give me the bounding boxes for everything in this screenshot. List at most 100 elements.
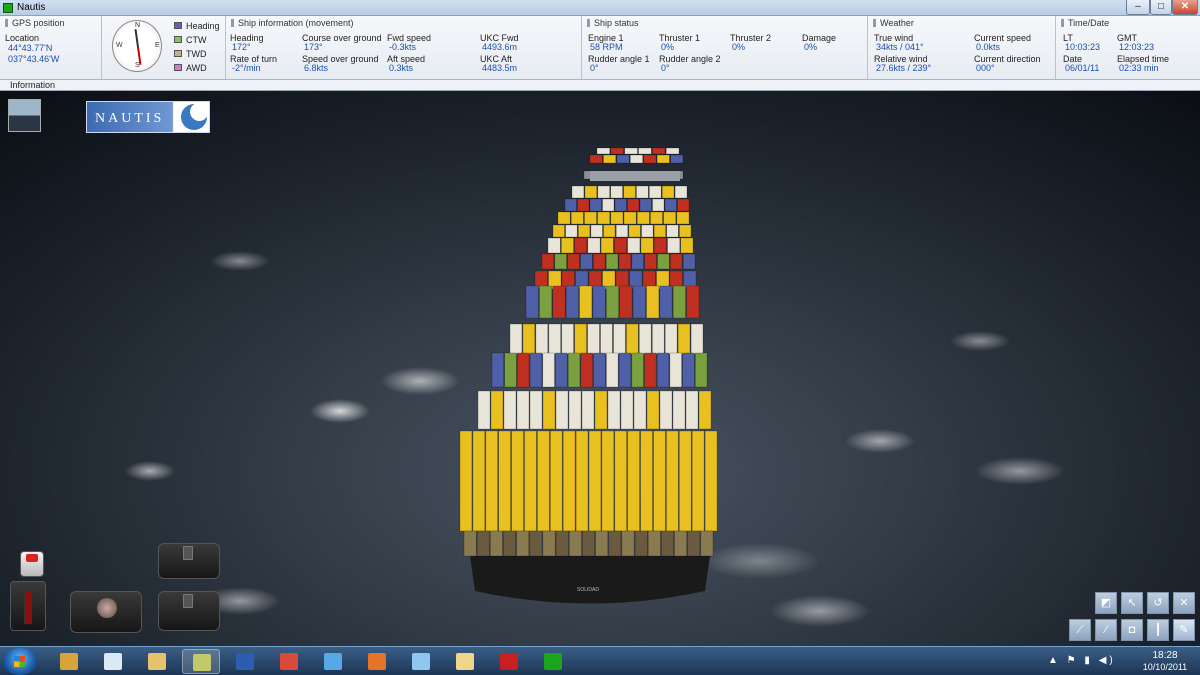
container-stack — [592, 285, 606, 319]
container-stack — [627, 237, 641, 254]
taskbar-app-nautis[interactable] — [534, 649, 572, 674]
taskbar-app-messenger[interactable] — [314, 649, 352, 674]
explorer-icon — [148, 653, 166, 670]
container-stack — [596, 147, 611, 155]
tool-camera-icon[interactable]: ◘ — [1121, 619, 1143, 641]
taskbar-app-cloud[interactable] — [446, 649, 484, 674]
container-stack — [665, 147, 680, 155]
container-stack — [490, 390, 504, 430]
container-stack — [557, 211, 571, 225]
minimize-button[interactable]: – — [1126, 0, 1150, 15]
windows-taskbar: ▲ ⚑ ▮ ◀) 18:28 10/10/2011 — [0, 646, 1200, 675]
container-stack — [542, 352, 555, 388]
alarm-lamp — [26, 554, 38, 562]
container-stack — [686, 285, 700, 319]
telegraph-lever[interactable] — [24, 590, 32, 624]
container-stack — [691, 430, 705, 532]
simulation-viewport[interactable]: SOLIDAD NAUTIS ◩ ↖ ↺ ✕ ⟋ ⁄ ◘ ┃ ✎ — [0, 91, 1200, 646]
container-stack — [640, 430, 653, 532]
taskbar-app-acrobat[interactable] — [490, 649, 528, 674]
container-stack — [610, 185, 623, 199]
container-stack — [623, 185, 636, 199]
taskbar-app-explorer[interactable] — [138, 649, 176, 674]
container-stack — [594, 390, 608, 430]
container-stack — [631, 253, 644, 270]
container-stack — [575, 430, 589, 532]
container-stack — [491, 352, 504, 388]
alarm-light-icon[interactable] — [20, 551, 44, 577]
thruster-2-control[interactable] — [158, 591, 220, 631]
maximize-button[interactable]: □ — [1150, 0, 1172, 15]
window-title: Nautis — [17, 2, 46, 13]
container-stack — [653, 224, 666, 238]
rudder-wheel[interactable] — [70, 591, 142, 633]
container-stack — [648, 185, 662, 199]
messenger-icon — [324, 653, 342, 670]
thruster-2-handle[interactable] — [183, 594, 193, 608]
container-stack — [646, 390, 660, 430]
container-stack — [631, 352, 644, 388]
container-stack — [529, 530, 543, 557]
container-stack — [589, 198, 602, 212]
taskbar-app-word[interactable] — [226, 649, 264, 674]
taskbar-app-paint[interactable] — [182, 649, 220, 674]
container-stack — [459, 430, 473, 532]
container-stack — [605, 253, 619, 270]
container-stack — [582, 530, 595, 557]
clock-time[interactable]: 18:28 — [1140, 650, 1190, 661]
taskbar-app-notepad[interactable] — [402, 649, 440, 674]
container-stack — [677, 323, 691, 355]
damage-value: 0% — [804, 42, 818, 52]
legend-awd-swatch — [174, 64, 182, 71]
camera-reset-icon[interactable]: ↺ — [1147, 592, 1169, 614]
thruster-1-control[interactable] — [158, 543, 220, 579]
container-stack — [653, 237, 667, 254]
thruster-1-handle[interactable] — [183, 546, 193, 560]
system-tray-icons[interactable]: ▲ ⚑ ▮ ◀) — [1048, 655, 1116, 666]
container-stack — [687, 530, 701, 557]
clock-date[interactable]: 10/10/2011 — [1134, 662, 1196, 672]
container-stack — [603, 224, 616, 238]
tool-pin-icon[interactable]: ┃ — [1147, 619, 1169, 641]
information-tab[interactable]: Information — [10, 80, 55, 90]
taskbar-app-firefox[interactable] — [358, 649, 396, 674]
container-stack — [568, 530, 582, 557]
taskbar-app-document[interactable] — [94, 649, 132, 674]
camera-view-icon[interactable]: ◩ — [1095, 592, 1117, 614]
container-stack — [574, 237, 588, 254]
container-stack — [537, 430, 550, 532]
information-bar: Information — [0, 80, 1200, 91]
container-stack — [636, 211, 650, 225]
rudder-knob[interactable] — [97, 598, 117, 618]
container-stack — [632, 285, 646, 319]
container-stack — [626, 323, 639, 355]
compass-needle — [134, 29, 142, 65]
container-stack — [587, 237, 601, 254]
nautis-icon — [544, 653, 562, 670]
tool-angle-icon[interactable]: ⟋ — [1069, 619, 1091, 641]
camera-close-icon[interactable]: ✕ — [1173, 592, 1195, 614]
taskbar-app-pdf-creator[interactable] — [270, 649, 308, 674]
container-stack — [698, 390, 712, 430]
tool-wrench-icon[interactable]: ✎ — [1173, 619, 1195, 641]
acrobat-icon — [500, 653, 518, 670]
camera-arrow-icon[interactable]: ↖ — [1121, 592, 1143, 614]
container-stack — [638, 147, 652, 155]
close-button[interactable]: ✕ — [1172, 0, 1198, 15]
container-stack — [661, 530, 674, 557]
container-stack — [657, 253, 670, 270]
container-stack — [565, 224, 578, 238]
tool-measure-icon[interactable]: ⁄ — [1095, 619, 1117, 641]
engine-telegraph[interactable] — [10, 581, 46, 631]
container-stack — [674, 185, 688, 199]
container-stack — [561, 323, 574, 355]
container-stack — [584, 185, 598, 199]
start-button[interactable] — [3, 648, 37, 675]
taskbar-app-media[interactable] — [50, 649, 88, 674]
nautis-logo: NAUTIS — [86, 101, 210, 133]
ship-view-thumbnail[interactable] — [8, 99, 41, 132]
firefox-icon — [368, 653, 386, 670]
container-stack — [656, 352, 670, 388]
container-stack — [592, 253, 606, 270]
engine1-value: 58 RPM — [590, 42, 623, 52]
